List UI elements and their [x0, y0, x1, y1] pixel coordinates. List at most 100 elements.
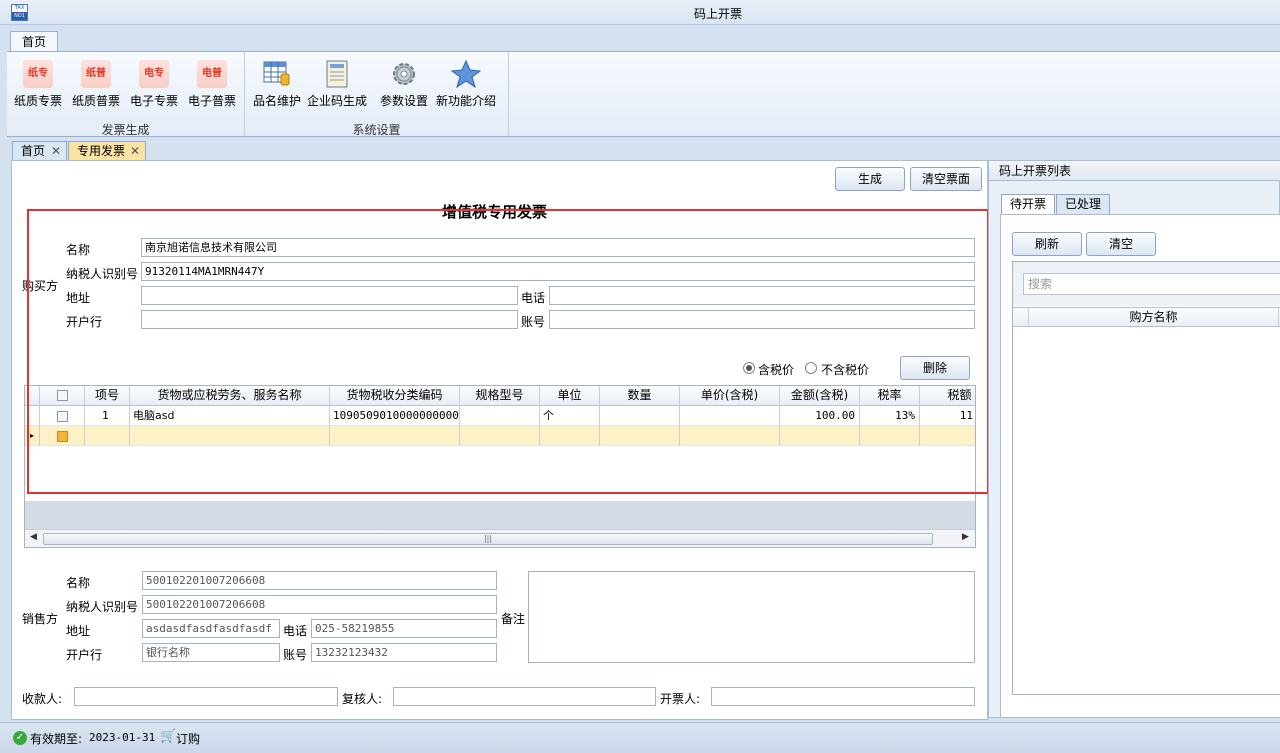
- tab-pending[interactable]: 待开票: [1001, 194, 1056, 215]
- seller-account-field[interactable]: 13232123432: [311, 643, 497, 662]
- grid-header-select-all[interactable]: [40, 386, 85, 406]
- enterprise-code-icon: [326, 60, 348, 88]
- row-amount-cell[interactable]: [780, 426, 860, 446]
- search-input[interactable]: 搜索: [1023, 273, 1280, 295]
- order-icon[interactable]: 🛒: [160, 729, 176, 744]
- row-unit-cell[interactable]: 个: [540, 406, 600, 426]
- e-special-invoice-button[interactable]: 电专 电子专票: [125, 56, 183, 112]
- row-checkbox[interactable]: [56, 410, 68, 422]
- row-name-cell[interactable]: 电脑asd: [130, 406, 330, 426]
- row-checkbox-cell[interactable]: [40, 406, 85, 426]
- expiry-label: 有效期至:: [30, 732, 83, 746]
- seller-address-field[interactable]: asdasdfasdfasdfasdf: [142, 619, 280, 638]
- row-checkbox[interactable]: [56, 430, 68, 442]
- tax-included-radio[interactable]: [743, 362, 755, 374]
- row-tax-cell[interactable]: [920, 426, 975, 446]
- row-name-cell[interactable]: [130, 426, 330, 446]
- seller-name-field[interactable]: 500102201007206608: [142, 571, 497, 590]
- close-icon[interactable]: ✕: [51, 142, 61, 160]
- queue-panel-title: 码上开票列表: [989, 161, 1280, 181]
- buyer-tax-id-field[interactable]: 91320114MA1MRN447Y: [141, 262, 975, 281]
- payee-field[interactable]: [74, 687, 338, 706]
- tab-processed[interactable]: 已处理: [1056, 194, 1111, 215]
- grid-header-qty: 数量: [600, 386, 680, 406]
- buyer-name-label: 名称: [66, 243, 91, 257]
- row-rate-cell[interactable]: 13%: [860, 406, 920, 426]
- row-checkbox-cell[interactable]: [40, 426, 85, 446]
- row-price-cell[interactable]: [680, 426, 780, 446]
- row-qty-cell[interactable]: [600, 426, 680, 446]
- buyer-account-field[interactable]: [549, 310, 975, 329]
- product-maintain-button[interactable]: 品名维护: [248, 56, 306, 112]
- e-special-invoice-label: 电子专票: [129, 94, 178, 108]
- drawer-field[interactable]: [711, 687, 975, 706]
- buyer-name-column-header[interactable]: 购方名称: [1029, 308, 1279, 327]
- buyer-bank-field[interactable]: [141, 310, 518, 329]
- reviewer-field[interactable]: [393, 687, 656, 706]
- row-no-cell[interactable]: [85, 426, 130, 446]
- select-all-checkbox[interactable]: [56, 390, 68, 401]
- doc-tab-home[interactable]: 首页 ✕: [12, 141, 67, 161]
- form-title: 增值税专用发票: [442, 203, 548, 221]
- drawer-label: 开票人:: [660, 692, 701, 706]
- e-normal-invoice-button[interactable]: 电普 电子普票: [183, 56, 241, 112]
- generate-button[interactable]: 生成: [835, 167, 905, 191]
- order-link[interactable]: 订购: [176, 730, 200, 747]
- scrollbar-thumb[interactable]: |||: [43, 533, 933, 545]
- doc-tab-special-invoice[interactable]: 专用发票 ✕: [68, 141, 146, 161]
- ribbon-tab-home[interactable]: 首页: [10, 31, 58, 53]
- buyer-bank-label: 开户行: [66, 315, 103, 329]
- enterprise-code-button[interactable]: 企业码生成: [307, 56, 367, 112]
- grid-header-price: 单价(含税): [680, 386, 780, 406]
- product-maintain-label: 品名维护: [252, 94, 301, 108]
- remark-label: 备注: [501, 612, 526, 626]
- tax-included-label[interactable]: 含税价: [758, 361, 794, 378]
- horizontal-scrollbar[interactable]: ◀ ||| ▶: [25, 529, 975, 547]
- items-grid: 项号 货物或应税劳务、服务名称 货物税收分类编码 规格型号 单位 数量 单价(含…: [24, 385, 976, 548]
- seller-phone-field[interactable]: 025-58219855: [311, 619, 497, 638]
- row-unit-cell[interactable]: [540, 426, 600, 446]
- seller-address-label: 地址: [66, 624, 91, 638]
- close-icon[interactable]: ✕: [130, 142, 140, 160]
- scroll-right-icon[interactable]: ▶: [962, 532, 969, 542]
- e-normal-invoice-icon: 电普: [197, 60, 227, 88]
- invoice-form-pane: 生成 清空票面 增值税专用发票 购买方 名称 南京旭诺信息技术有限公司 纳税人识…: [11, 160, 989, 720]
- row-code-cell[interactable]: 1090509010000000000: [330, 406, 460, 426]
- remark-textarea[interactable]: [528, 571, 975, 663]
- param-settings-button[interactable]: 参数设置: [375, 56, 433, 112]
- buyer-address-field[interactable]: [141, 286, 518, 305]
- seller-tax-id-field[interactable]: 500102201007206608: [142, 595, 497, 614]
- table-row-new[interactable]: ▸: [25, 426, 975, 446]
- row-qty-cell[interactable]: [600, 406, 680, 426]
- row-tax-cell[interactable]: 11: [920, 406, 975, 426]
- delete-button[interactable]: 删除: [900, 356, 970, 380]
- table-row[interactable]: 1 电脑asd 1090509010000000000 个 100.00 13%…: [25, 406, 975, 426]
- grid-header-name: 货物或应税劳务、服务名称: [130, 386, 330, 406]
- seller-bank-field[interactable]: 银行名称: [142, 643, 280, 662]
- tax-excluded-radio[interactable]: [805, 362, 817, 374]
- row-amount-cell[interactable]: 100.00: [780, 406, 860, 426]
- e-special-invoice-icon: 电专: [139, 60, 169, 88]
- refresh-button[interactable]: 刷新: [1012, 232, 1082, 256]
- row-spec-cell[interactable]: [460, 426, 540, 446]
- clear-invoice-button[interactable]: 清空票面: [910, 167, 982, 191]
- row-spec-cell[interactable]: [460, 406, 540, 426]
- doc-tab-special-invoice-label: 专用发票: [77, 144, 126, 158]
- buyer-account-label: 账号: [521, 315, 546, 329]
- grid-header-unit: 单位: [540, 386, 600, 406]
- clear-list-button[interactable]: 清空: [1086, 232, 1156, 256]
- buyer-name-field[interactable]: 南京旭诺信息技术有限公司: [141, 238, 975, 257]
- scroll-left-icon[interactable]: ◀: [30, 532, 37, 542]
- row-no-cell[interactable]: 1: [85, 406, 130, 426]
- row-price-cell[interactable]: [680, 406, 780, 426]
- seller-bank-label: 开户行: [66, 648, 103, 662]
- row-rate-cell[interactable]: [860, 426, 920, 446]
- row-code-cell[interactable]: [330, 426, 460, 446]
- new-features-button[interactable]: 新功能介绍: [436, 56, 496, 112]
- seller-phone-label: 电话: [283, 624, 308, 638]
- paper-special-invoice-button[interactable]: 纸专 纸质专票: [9, 56, 67, 112]
- buyer-phone-field[interactable]: [549, 286, 975, 305]
- paper-normal-invoice-button[interactable]: 纸普 纸质普票: [67, 56, 125, 112]
- expiry-date: 2023-01-31: [89, 731, 156, 744]
- tax-excluded-label[interactable]: 不含税价: [821, 361, 869, 378]
